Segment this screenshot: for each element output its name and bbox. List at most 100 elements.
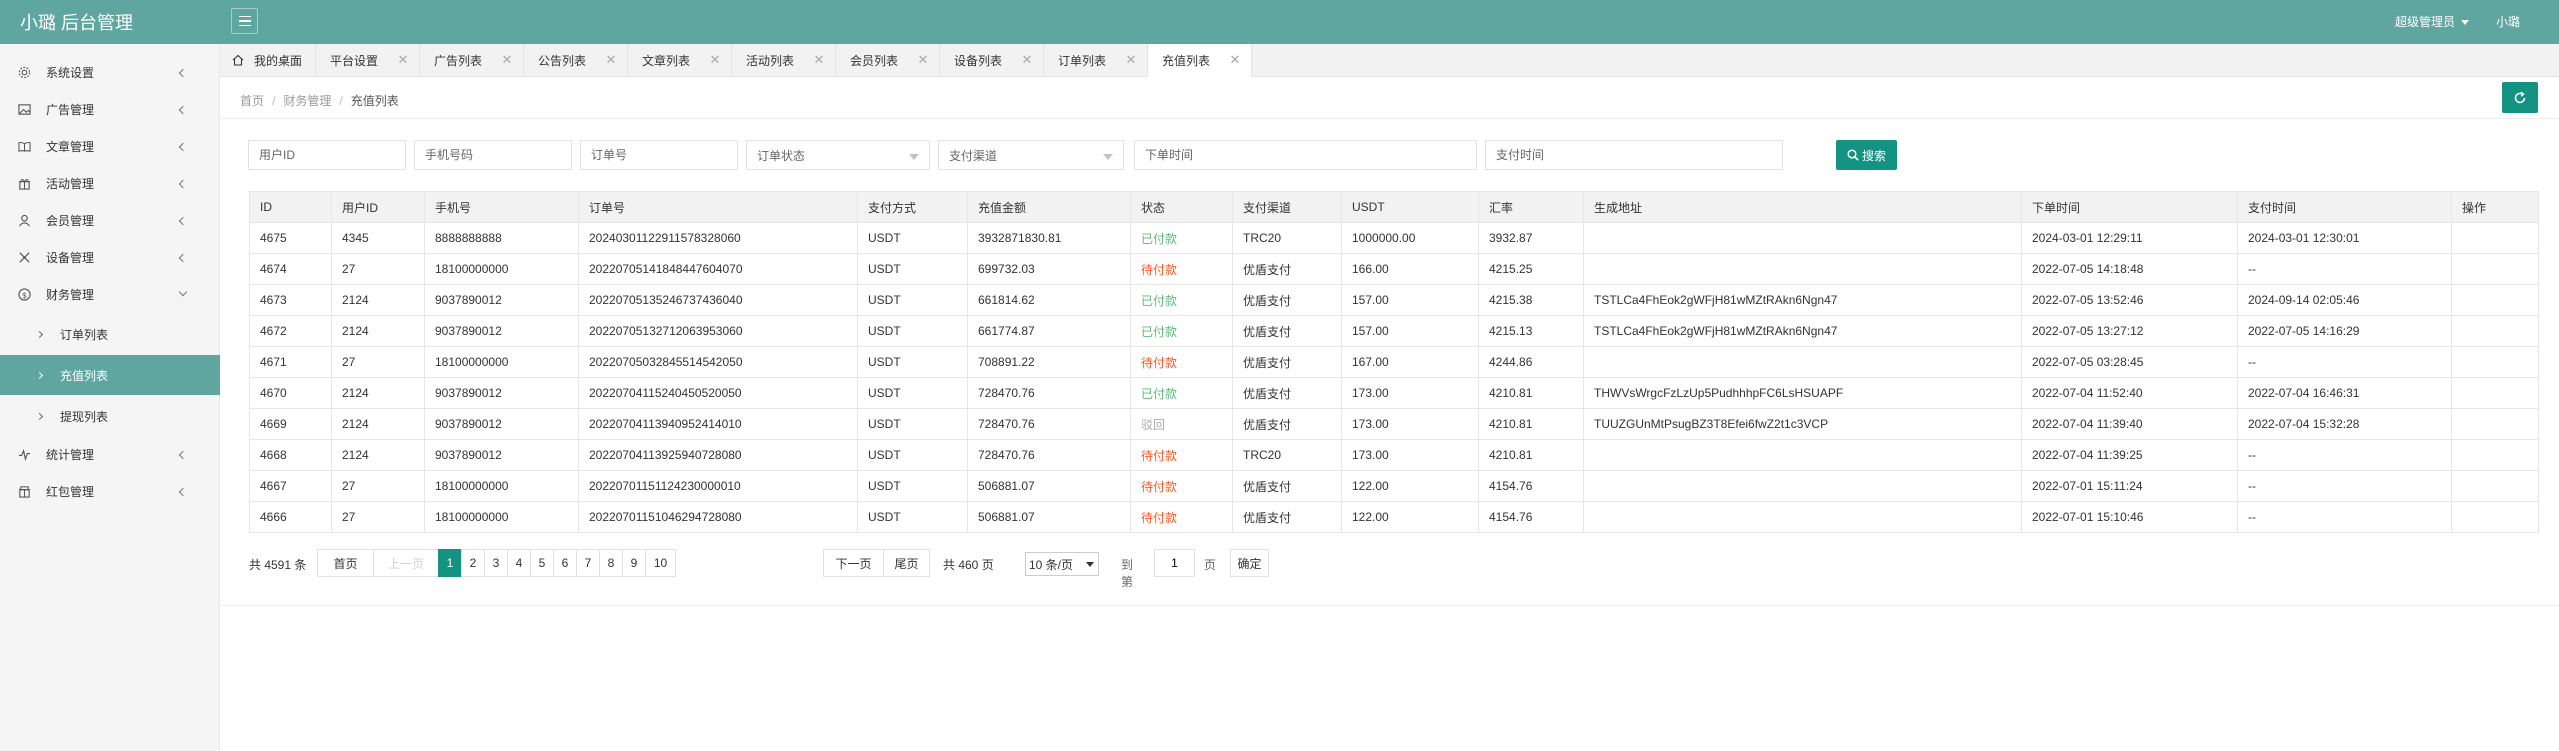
goto-confirm-button[interactable]: 确定 — [1230, 549, 1269, 577]
table-cell: 2022-07-04 11:39:40 — [2021, 408, 2238, 440]
device-icon — [19, 252, 30, 263]
sidebar-item-redpacket-management[interactable]: 红包管理 — [0, 473, 220, 510]
sidebar-item-member-management[interactable]: 会员管理 — [0, 202, 220, 239]
breadcrumb-section[interactable]: 财务管理 — [283, 94, 331, 108]
sidebar-item-statistics-management[interactable]: 统计管理 — [0, 436, 220, 473]
table-cell: 18100000000 — [424, 346, 579, 378]
table-cell: 157.00 — [1341, 315, 1479, 347]
tab-my-desktop[interactable]: 我的桌面 — [220, 44, 316, 77]
page-number-button[interactable]: 1 — [438, 549, 462, 577]
tab-ad-list[interactable]: 广告列表 ✕ — [420, 44, 524, 77]
table-cell: -- — [2237, 346, 2452, 378]
table-row: 4667 27 18100000000 20220701151124230000010… — [249, 470, 2539, 502]
sidebar-item-activity-management[interactable]: 活动管理 — [0, 165, 220, 202]
table-cell: 20220705135246737436040 — [578, 284, 858, 316]
search-button[interactable]: 搜索 — [1836, 140, 1897, 170]
order-status-select[interactable]: 订单状态 — [746, 140, 930, 170]
table-cell — [2451, 439, 2539, 471]
hamburger-line — [238, 20, 251, 22]
chevron-left-icon — [178, 179, 188, 188]
role-dropdown[interactable]: 超级管理员 — [2395, 13, 2470, 30]
breadcrumb-current: 充值列表 — [350, 94, 399, 108]
close-icon[interactable]: ✕ — [397, 53, 409, 66]
sidebar-subitem-order-list[interactable]: 订单列表 — [0, 314, 220, 354]
last-page-button[interactable]: 尾页 — [883, 549, 930, 577]
close-icon[interactable]: ✕ — [1229, 53, 1241, 66]
table-cell: 173.00 — [1341, 377, 1479, 409]
first-page-button[interactable]: 首页 — [317, 549, 374, 577]
role-label: 超级管理员 — [2395, 15, 2456, 29]
chevron-left-icon — [178, 142, 188, 151]
refresh-icon — [2514, 91, 2526, 103]
table-cell: 优盾支付 — [1232, 377, 1342, 409]
table-cell: 2022-07-01 15:10:46 — [2021, 501, 2238, 533]
user-name[interactable]: 小璐 — [2496, 13, 2520, 30]
tab-order-list[interactable]: 订单列表 ✕ — [1044, 44, 1148, 77]
sidebar-item-system-settings[interactable]: 系统设置 — [0, 54, 220, 91]
user-id-input[interactable] — [248, 140, 406, 170]
table-cell: 2022-07-04 11:52:40 — [2021, 377, 2238, 409]
gear-icon — [18, 66, 31, 79]
table-row: 4675 4345 8888888888 202403011229115783280​… — [249, 222, 2539, 254]
sidebar-subitem-recharge-list[interactable]: 充值列表 — [0, 355, 220, 395]
chevron-left-icon — [178, 487, 188, 496]
sidebar-item-device-management[interactable]: 设备管理 — [0, 239, 220, 276]
page-number-button[interactable]: 3 — [484, 549, 508, 577]
pay-channel-select[interactable]: 支付渠道 — [938, 140, 1124, 170]
close-icon[interactable]: ✕ — [605, 53, 617, 66]
table-cell: USDT — [857, 408, 968, 440]
prev-page-button[interactable]: 上一页 — [373, 549, 439, 577]
close-icon[interactable]: ✕ — [709, 53, 721, 66]
sidebar-item-label: 文章管理 — [46, 140, 95, 154]
table-cell: -- — [2237, 470, 2452, 502]
money-icon: $ — [18, 288, 31, 301]
tab-member-list[interactable]: 会员列表 ✕ — [836, 44, 940, 77]
table-cell: 4210.81 — [1478, 408, 1584, 440]
sidebar-item-article-management[interactable]: 文章管理 — [0, 128, 220, 165]
breadcrumb-home[interactable]: 首页 — [240, 94, 264, 108]
table-cell: 4215.25 — [1478, 253, 1584, 285]
page-number-button[interactable]: 7 — [576, 549, 600, 577]
sidebar-item-finance-management[interactable]: $ 财务管理 — [0, 276, 220, 313]
tab-device-list[interactable]: 设备列表 ✕ — [940, 44, 1044, 77]
tab-notice-list[interactable]: 公告列表 ✕ — [524, 44, 628, 77]
order-no-input[interactable] — [580, 140, 738, 170]
tab-platform-settings[interactable]: 平台设置 ✕ — [316, 44, 420, 77]
page-number-button[interactable]: 2 — [461, 549, 485, 577]
page-number-button[interactable]: 10 — [645, 549, 676, 577]
order-time-input[interactable] — [1134, 140, 1477, 170]
sidebar-subitem-withdraw-list[interactable]: 提现列表 — [0, 396, 220, 436]
chart-icon — [18, 448, 31, 461]
table-cell: 优盾支付 — [1232, 284, 1342, 316]
tab-recharge-list[interactable]: 充值列表 ✕ — [1148, 44, 1252, 77]
table-cell: 9037890012 — [424, 408, 579, 440]
menu-toggle-button[interactable] — [231, 8, 258, 34]
table-cell: 18100000000 — [424, 253, 579, 285]
page-number-button[interactable]: 4 — [507, 549, 531, 577]
tab-article-list[interactable]: 文章列表 ✕ — [628, 44, 732, 77]
tab-activity-list[interactable]: 活动列表 ✕ — [732, 44, 836, 77]
refresh-button[interactable] — [2502, 82, 2538, 113]
table-cell: 708891.22 — [967, 346, 1131, 378]
sidebar-item-ad-management[interactable]: 广告管理 — [0, 91, 220, 128]
close-icon[interactable]: ✕ — [501, 53, 513, 66]
top-header: 小璐 后台管理 超级管理员 小璐 — [0, 0, 2559, 44]
table-cell: 122.00 — [1341, 501, 1479, 533]
user-icon — [18, 214, 31, 227]
close-icon[interactable]: ✕ — [813, 53, 825, 66]
table-cell: 优盾支付 — [1232, 470, 1342, 502]
close-icon[interactable]: ✕ — [1021, 53, 1033, 66]
table-cell: USDT — [857, 315, 968, 347]
close-icon[interactable]: ✕ — [917, 53, 929, 66]
page-number-button[interactable]: 8 — [599, 549, 623, 577]
page-size-select[interactable]: 10 条/页 — [1025, 552, 1099, 576]
goto-page-input[interactable] — [1154, 549, 1195, 577]
next-page-button[interactable]: 下一页 — [823, 549, 884, 577]
page-number-button[interactable]: 6 — [553, 549, 577, 577]
close-icon[interactable]: ✕ — [1125, 53, 1137, 66]
phone-input[interactable] — [414, 140, 572, 170]
table-cell: 2022-07-01 15:11:24 — [2021, 470, 2238, 502]
pay-time-input[interactable] — [1485, 140, 1783, 170]
page-number-button[interactable]: 9 — [622, 549, 646, 577]
page-number-button[interactable]: 5 — [530, 549, 554, 577]
